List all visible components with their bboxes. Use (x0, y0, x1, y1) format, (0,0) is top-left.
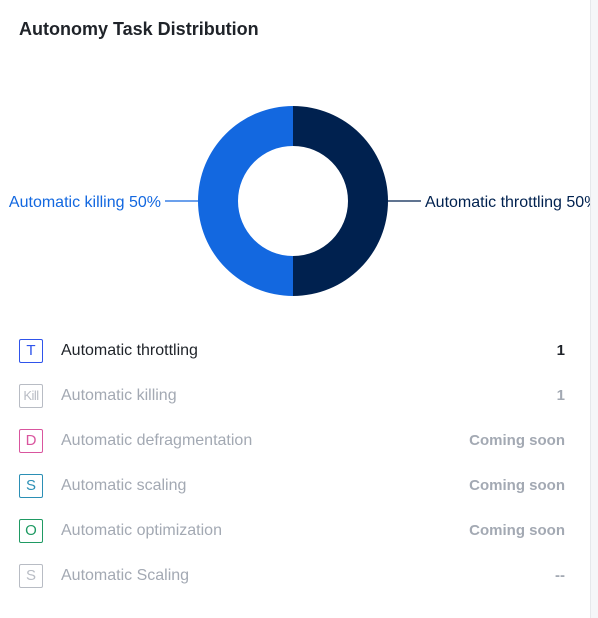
legend-row-defragmentation[interactable]: D Automatic defragmentation Coming soon (0, 419, 590, 464)
slice-label: Automatic killing 50% (9, 194, 161, 211)
legend-value: -- (555, 567, 565, 584)
legend-label: Automatic Scaling (61, 567, 190, 584)
legend-row-throttling[interactable]: T Automatic throttling 1 (0, 329, 590, 374)
donut-slice-1[interactable] (198, 106, 293, 296)
donut-slice-0[interactable] (293, 106, 388, 296)
throttling-badge-icon: T (19, 339, 43, 363)
legend-value: Coming soon (469, 432, 565, 449)
legend-value: Coming soon (469, 522, 565, 539)
donut-chart-area: Automatic throttling 50% Automatic killin… (0, 60, 590, 345)
donut-chart: Automatic throttling 50% Automatic killin… (9, 106, 590, 296)
killing-badge-icon: Kill (19, 384, 43, 408)
legend-value: Coming soon (469, 477, 565, 494)
defragmentation-badge-icon: D (19, 429, 43, 453)
legend-value: 1 (556, 342, 565, 359)
optimization-badge-icon: O (19, 519, 43, 543)
legend-label: Automatic scaling (61, 477, 187, 494)
legend-row-optimization[interactable]: O Automatic optimization Coming soon (0, 509, 590, 554)
legend-label: Automatic optimization (61, 522, 222, 539)
task-distribution-panel: Autonomy Task Distribution Automatic thr… (0, 0, 590, 618)
legend-label: Automatic defragmentation (61, 432, 253, 449)
scroll-edge (590, 0, 598, 618)
panel-title: Autonomy Task Distribution (19, 19, 259, 39)
scaling-2-badge-icon: S (19, 564, 43, 588)
legend-row-killing[interactable]: Kill Automatic killing 1 (0, 374, 590, 419)
legend-row-scaling-2[interactable]: S Automatic Scaling -- (0, 554, 590, 599)
scaling-badge-icon: S (19, 474, 43, 498)
legend-list: T Automatic throttling 1 Kill Automatic … (0, 329, 590, 599)
legend-row-scaling[interactable]: S Automatic scaling Coming soon (0, 464, 590, 509)
legend-label: Automatic killing (61, 387, 177, 404)
slice-label: Automatic throttling 50% (425, 194, 590, 211)
legend-value: 1 (556, 387, 565, 404)
legend-label: Automatic throttling (61, 342, 198, 359)
